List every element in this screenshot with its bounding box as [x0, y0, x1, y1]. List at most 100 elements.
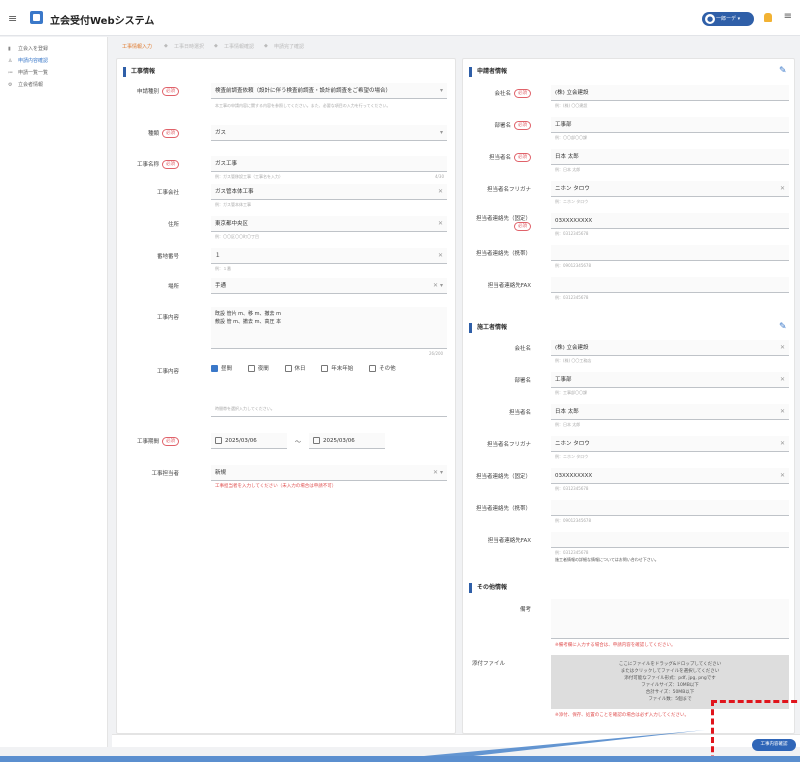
hamburger-icon[interactable]: ≡	[8, 12, 17, 25]
sidebar: ▮ 立会入を登録 ♙ 申請内容確認 ≔ 申請一覧一覧 ⚙ 立会者情報	[0, 37, 108, 747]
field-label: 備考	[519, 607, 531, 613]
field-hint: 例：0312345678	[555, 550, 589, 555]
start-date-input[interactable]: 2025/03/06	[211, 433, 287, 449]
field-hint: 例：ガス管本体工事	[215, 202, 251, 207]
field-label: 担当者名	[508, 410, 531, 416]
menu-icon[interactable]: ≡	[784, 11, 792, 22]
person-icon: ♙	[8, 58, 13, 64]
field-hint: 例：ニホン タロウ	[555, 199, 589, 204]
client-kana-input[interactable]: ニホン タロウ ✕	[551, 181, 789, 197]
client-phone-input[interactable]: 03XXXXXXXX	[551, 213, 789, 229]
field-hint: 例：工事部〇〇課	[555, 390, 587, 395]
builder-phone-input[interactable]: 03XXXXXXXX ✕	[551, 468, 789, 484]
field-hint: 例：09012345678	[555, 263, 591, 268]
client-person-input[interactable]: 日本 太郎	[551, 149, 789, 165]
building-icon: ▮	[8, 46, 11, 52]
builder-company-input[interactable]: (株) 立会建設 ✕	[551, 340, 789, 356]
checkbox-newyear[interactable]: 年末年始	[321, 365, 353, 372]
bell-icon[interactable]	[764, 13, 772, 22]
work-company-input[interactable]: ガス管本体工事 ✕	[211, 184, 447, 200]
client-mobile-input[interactable]	[551, 245, 789, 261]
field-hint: 例：(株) 〇〇建設	[555, 103, 588, 108]
builder-fax-input[interactable]	[551, 532, 789, 548]
sidebar-item-register[interactable]: ▮ 立会入を登録	[8, 45, 48, 52]
field-label: 会社名 必須	[469, 89, 531, 98]
field-label: 工事担当者	[151, 471, 179, 477]
field-label: 会社名	[514, 346, 531, 352]
field-hint: 例：0312345678	[555, 295, 589, 300]
checkbox-night[interactable]: 夜間	[247, 365, 269, 372]
logo-icon	[30, 11, 43, 24]
checkbox-other[interactable]: その他	[369, 365, 396, 372]
user-menu-button[interactable]: ● 一郎ーデ ▾	[702, 12, 754, 26]
work-name-input[interactable]: ガス工事	[211, 156, 447, 172]
crew-select[interactable]: 新規 ✕ ▾	[211, 465, 447, 481]
type-select[interactable]: ガス ▾	[211, 125, 447, 141]
field-label: 担当者連絡先FAX	[487, 538, 531, 544]
step-4: 申請完了確認	[274, 44, 305, 50]
field-label: 添付ファイル	[471, 661, 505, 667]
field-hint: 例：(株) 〇〇工務店	[555, 358, 592, 363]
callout-strip	[0, 756, 800, 762]
field-label: 番地番号	[156, 254, 179, 260]
step-arrow: ◆	[214, 43, 218, 49]
sidebar-item-list[interactable]: ≔ 申請一覧一覧	[8, 69, 48, 76]
error-text: 工事担当者を入力してください（未入力の場合は申請不可）	[215, 484, 337, 489]
client-company-input[interactable]: (株) 立会建設	[551, 85, 789, 101]
field-hint: 例：0312345678	[555, 486, 589, 491]
kind-select[interactable]: 検査前調査依頼（設計に伴う検査前調査・設計前調査をご希望の場合） ▾	[211, 83, 447, 99]
checkbox-holiday[interactable]: 休日	[284, 365, 306, 372]
field-hint: 例：ガス管移設工事（工事名を入力）	[215, 174, 283, 179]
app-header: ≡ 立会受付Webシステム ● 一郎ーデ ▾ ≡	[0, 0, 800, 36]
field-label: 申請種別 必須	[117, 87, 179, 96]
builder-mobile-input[interactable]	[551, 500, 789, 516]
builder-note: 施工者情報の詳細な情報についてはお問い合わせ下さい。	[555, 557, 659, 562]
field-label: 部署名 必須	[469, 121, 531, 130]
user-name: 一郎ーデ	[716, 16, 737, 22]
address-input[interactable]: 東京都中央区 ✕	[211, 216, 447, 232]
checkbox-day[interactable]: 昼間	[211, 365, 232, 372]
field-label: 担当者名 必須	[469, 153, 531, 162]
place-select[interactable]: 手通 ✕ ▾	[211, 278, 447, 294]
client-fax-input[interactable]	[551, 277, 789, 293]
end-date-input[interactable]: 2025/03/06	[309, 433, 385, 449]
field-label: 住所	[167, 222, 179, 228]
memo-textarea[interactable]	[551, 599, 789, 639]
field-label: 工事名称 必須	[117, 160, 179, 169]
field-label: 場所	[167, 284, 179, 290]
client-dept-input[interactable]: 工事部	[551, 117, 789, 133]
field-hint: 例：ニホン タロウ	[555, 454, 589, 459]
sidebar-item-confirm[interactable]: ♙ 申請内容確認	[8, 57, 48, 64]
work-info-panel: 工事情報 申請種別 必須 検査前調査依頼（設計に伴う検査前調査・設計前調査をご希望…	[116, 58, 456, 734]
sidebar-item-witness[interactable]: ⚙ 立会者情報	[8, 81, 43, 88]
settings-icon: ⚙	[8, 82, 13, 88]
number-input[interactable]: １ ✕	[211, 248, 447, 264]
char-count: 4/30	[435, 174, 444, 179]
builder-dept-input[interactable]: 工事部 ✕	[551, 372, 789, 388]
detail-textarea[interactable]: 既設 管片 m、移 m、撤去 m 敷設 管 m、撤去 m、高圧 本	[211, 307, 447, 349]
field-label: 担当者名フリガナ	[486, 187, 531, 193]
builder-kana-input[interactable]: ニホン タロウ ✕	[551, 436, 789, 452]
callout-pointer	[360, 730, 705, 762]
step-arrow: ◆	[164, 43, 168, 49]
calendar-icon	[313, 437, 320, 444]
list-icon: ≔	[8, 70, 13, 76]
date-range-separator: 〜	[295, 439, 302, 446]
edit-icon[interactable]: ✎	[779, 323, 788, 332]
field-label: 部署名	[514, 378, 531, 384]
field-label: 担当者名フリガナ	[486, 442, 531, 448]
field-label: 工事内容	[156, 315, 179, 321]
field-hint: 例：日本 太郎	[555, 422, 581, 427]
step-arrow: ◆	[264, 43, 268, 49]
section-title: 施工者情報	[469, 323, 507, 333]
builder-person-input[interactable]: 日本 太郎 ✕	[551, 404, 789, 420]
edit-icon[interactable]: ✎	[779, 67, 788, 76]
step-1: 工事情報入力	[122, 44, 153, 50]
char-count: 26/200	[429, 351, 444, 356]
step-indicator: 工事情報入力 ◆ 工事日時選択 ◆ 工事情報確認 ◆ 申請完了確認	[112, 40, 797, 54]
field-label: 工事期間 必須	[117, 437, 179, 446]
field-label: 担当者連絡先（固定）	[475, 474, 531, 480]
field-label: 担当者連絡先（固定）必須	[475, 216, 531, 231]
field-label: 種類 必須	[117, 129, 179, 138]
calendar-icon	[215, 437, 222, 444]
